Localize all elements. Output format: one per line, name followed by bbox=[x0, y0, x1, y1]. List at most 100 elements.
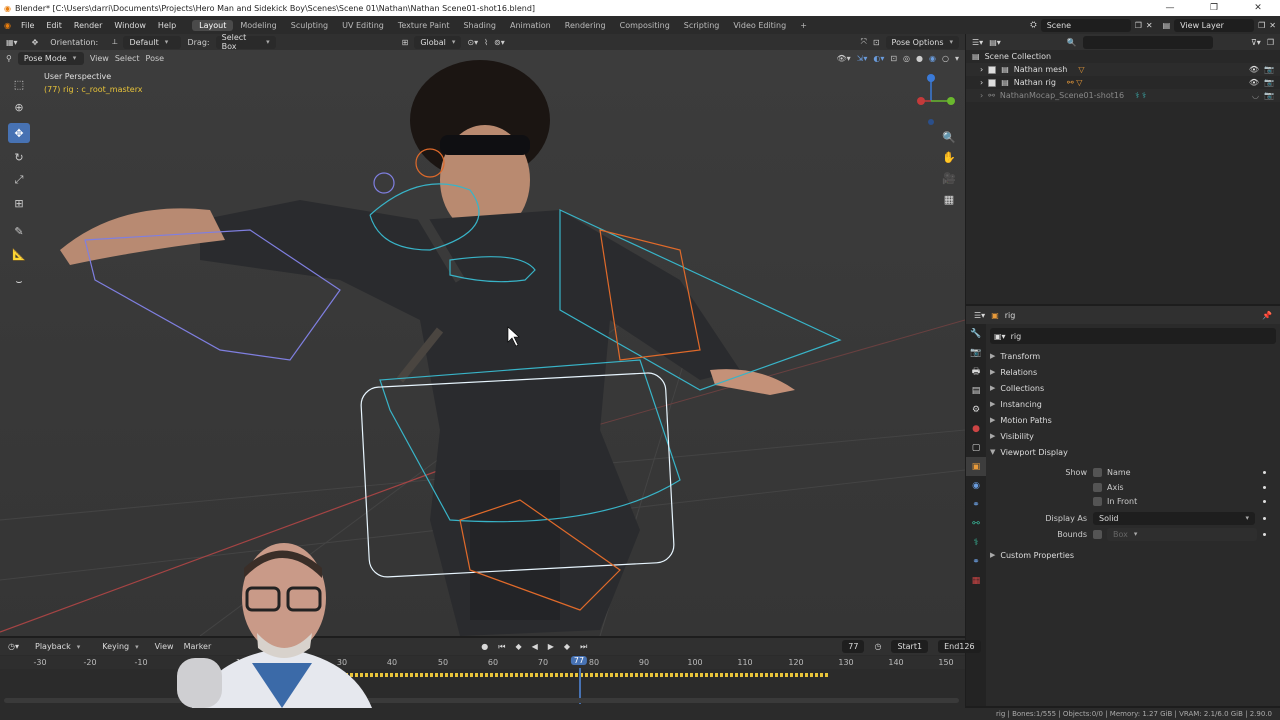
datablock-field[interactable]: ▣▾ rig bbox=[990, 328, 1276, 344]
display-mode-icon[interactable]: ▤▾ bbox=[989, 38, 1001, 47]
workspace-tab-compositing[interactable]: Compositing bbox=[613, 20, 677, 31]
3d-viewport[interactable]: ⚲ Pose Mode View Select Pose 👁▾ ⇲▾ ◐▾ ⊡ … bbox=[0, 50, 965, 636]
section-instancing[interactable]: ▶ Instancing bbox=[990, 396, 1276, 412]
keyframe-dot-icon[interactable] bbox=[1263, 499, 1266, 503]
new-scene-icon[interactable]: ❐ bbox=[1135, 21, 1142, 30]
constraints-tab-icon[interactable]: ⚭ bbox=[966, 495, 986, 514]
bounds-checkbox[interactable] bbox=[1093, 529, 1102, 539]
tool-tab-icon[interactable]: 🔧 bbox=[966, 324, 986, 343]
drag-dropdown[interactable]: Select Box bbox=[215, 33, 276, 51]
section-motion-paths[interactable]: ▶ Motion Paths bbox=[990, 412, 1276, 428]
perspective-grid-icon[interactable]: ▦ bbox=[940, 190, 958, 208]
workspace-tab-video-editing[interactable]: Video Editing bbox=[726, 20, 793, 31]
expand-arrow-icon[interactable]: › bbox=[980, 91, 983, 100]
expand-arrow-icon[interactable]: › bbox=[980, 65, 983, 74]
visibility-eye-icon[interactable]: 👁 bbox=[1249, 78, 1259, 87]
physics-tab-icon[interactable]: ◉ bbox=[966, 476, 986, 495]
solid-shading-icon[interactable]: ● bbox=[916, 54, 923, 63]
viewport-menu-select[interactable]: Select bbox=[115, 54, 140, 63]
object-tab-icon[interactable]: ▣ bbox=[966, 457, 986, 476]
gizmo-toggle-icon[interactable]: ⇲▾ bbox=[857, 54, 868, 63]
play-icon[interactable]: ▶ bbox=[548, 642, 554, 651]
blender-menu-icon[interactable]: ◉ bbox=[4, 21, 11, 30]
bone-constraints-tab-icon[interactable]: ⚭ bbox=[966, 552, 986, 571]
proportional-icon[interactable]: ⊚▾ bbox=[494, 38, 505, 47]
outliner-search-icon[interactable]: 🔍 bbox=[1067, 38, 1077, 47]
view-layer-tab-icon[interactable]: ▤ bbox=[966, 381, 986, 400]
keying-menu[interactable]: Keying bbox=[96, 640, 144, 653]
view-layer-icon[interactable]: ▤ bbox=[1163, 21, 1171, 30]
display-as-dropdown[interactable]: Solid bbox=[1093, 511, 1255, 525]
outliner-item-nathan-rig[interactable]: › ▤ Nathan rig ⚯ ▽ 👁 📷 bbox=[966, 76, 1280, 89]
maximize-icon[interactable]: ❐ bbox=[1192, 3, 1236, 13]
workspace-tab-texture-paint[interactable]: Texture Paint bbox=[391, 20, 457, 31]
move-tool-icon[interactable]: ✥ bbox=[8, 123, 30, 143]
workspace-tab-uv-editing[interactable]: UV Editing bbox=[335, 20, 391, 31]
workspace-tab-shading[interactable]: Shading bbox=[456, 20, 503, 31]
shading-options-icon[interactable]: ▾ bbox=[955, 54, 959, 63]
end-frame-field[interactable]: End 126 bbox=[938, 640, 981, 653]
timeline-menu-view[interactable]: View bbox=[155, 642, 174, 651]
scene-icon[interactable]: ⛭ bbox=[1030, 20, 1036, 30]
outliner-editor-type-icon[interactable]: ☰▾ bbox=[972, 38, 983, 47]
select-box-tool-icon[interactable]: ⬚ bbox=[8, 74, 30, 94]
world-tab-icon[interactable]: ● bbox=[966, 419, 986, 438]
next-keyframe-icon[interactable]: ◆ bbox=[564, 642, 570, 651]
render-camera-icon[interactable]: 📷 bbox=[1264, 91, 1280, 100]
xray-icon[interactable]: ⊡ bbox=[890, 54, 897, 63]
scene-tab-icon[interactable]: ⚙ bbox=[966, 400, 986, 419]
collection-tab-icon[interactable]: ▢ bbox=[966, 438, 986, 457]
orientation-dropdown[interactable]: Default bbox=[123, 35, 182, 49]
overlay-x-icon[interactable]: ⤧ bbox=[860, 37, 866, 47]
snap-icon[interactable]: ⌇ bbox=[484, 38, 488, 47]
transform-affect-icon[interactable]: ⊡ bbox=[873, 38, 880, 47]
bone-tab-icon[interactable]: ⚕ bbox=[966, 533, 986, 552]
workspace-tab-scripting[interactable]: Scripting bbox=[677, 20, 727, 31]
transform-tool-icon[interactable]: ⊞ bbox=[8, 193, 30, 213]
pan-hand-icon[interactable]: ✋ bbox=[940, 148, 958, 166]
viewport-menu-view[interactable]: View bbox=[90, 54, 109, 63]
menu-help[interactable]: Help bbox=[152, 21, 182, 30]
measure-tool-icon[interactable]: 📐 bbox=[8, 244, 30, 264]
character-model[interactable] bbox=[60, 60, 795, 636]
exclude-checkbox[interactable] bbox=[988, 65, 997, 74]
object-data-tab-icon[interactable]: ⚯ bbox=[966, 514, 986, 533]
workspace-tab-sculpting[interactable]: Sculpting bbox=[284, 20, 335, 31]
navigation-gizmo[interactable] bbox=[917, 74, 955, 125]
section-custom-properties[interactable]: ▶ Custom Properties bbox=[990, 547, 1276, 563]
overlay-toggle-icon[interactable]: ◐▾ bbox=[873, 54, 884, 63]
section-viewport-display[interactable]: ▼ Viewport Display bbox=[990, 444, 1276, 460]
delete-view-layer-icon[interactable]: ✕ bbox=[1269, 21, 1276, 30]
view-layer-field[interactable]: View Layer bbox=[1174, 18, 1255, 32]
section-collections[interactable]: ▶ Collections bbox=[990, 380, 1276, 396]
workspace-tab-animation[interactable]: Animation bbox=[503, 20, 558, 31]
render-camera-icon[interactable]: 📷 bbox=[1264, 65, 1280, 74]
outliner-item-nathan-mesh[interactable]: › ▤ Nathan mesh ▽ 👁 📷 bbox=[966, 63, 1280, 76]
new-collection-icon[interactable]: ❐ bbox=[1267, 38, 1274, 47]
section-visibility[interactable]: ▶ Visibility bbox=[990, 428, 1276, 444]
exclude-checkbox[interactable] bbox=[988, 78, 997, 87]
visibility-eye-icon[interactable]: 👁 bbox=[1249, 65, 1259, 74]
new-view-layer-icon[interactable]: ❐ bbox=[1258, 21, 1265, 30]
wireframe-shading-icon[interactable]: ◎ bbox=[903, 54, 910, 63]
scale-tool-icon[interactable]: ⤢ bbox=[8, 170, 30, 190]
delete-scene-icon[interactable]: ✕ bbox=[1146, 21, 1153, 30]
jump-start-icon[interactable]: ⏮ bbox=[498, 642, 505, 652]
texture-tab-icon[interactable]: ▦ bbox=[966, 571, 986, 590]
outliner-scene-collection[interactable]: ▤ Scene Collection bbox=[966, 50, 1280, 63]
record-icon[interactable]: ● bbox=[481, 642, 488, 651]
current-frame-field[interactable]: 77 bbox=[842, 640, 865, 653]
show-name-checkbox[interactable] bbox=[1093, 467, 1102, 477]
workspace-tab-rendering[interactable]: Rendering bbox=[558, 20, 613, 31]
bone-size-tool-icon[interactable]: ⌣ bbox=[8, 272, 30, 292]
keyframe-dot-icon[interactable] bbox=[1263, 532, 1266, 536]
timeline-editor-type-icon[interactable]: ◷▾ bbox=[8, 642, 19, 651]
camera-view-icon[interactable]: 🎥 bbox=[940, 169, 958, 187]
add-workspace-icon[interactable]: + bbox=[793, 20, 814, 31]
scene-field[interactable]: Scene bbox=[1040, 18, 1131, 32]
viewport-menu-pose[interactable]: Pose bbox=[146, 54, 165, 63]
cursor-tool-icon[interactable]: ⊕ bbox=[8, 97, 30, 117]
frame-ruler[interactable]: -30 -20 -10 0 10 30 40 50 60 70 77 80 90… bbox=[0, 656, 965, 669]
section-relations[interactable]: ▶ Relations bbox=[990, 364, 1276, 380]
properties-editor-type-icon[interactable]: ☰▾ bbox=[974, 311, 985, 320]
